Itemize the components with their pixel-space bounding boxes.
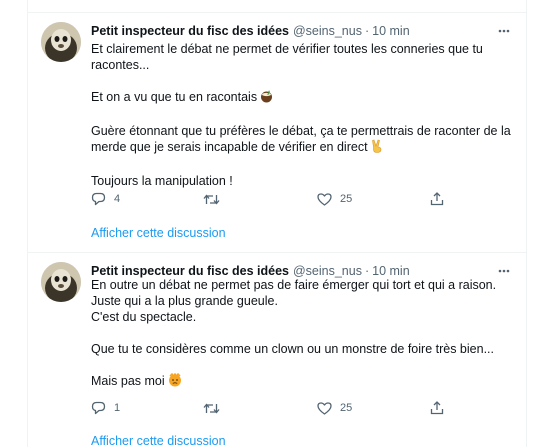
avatar[interactable]	[41, 22, 81, 62]
share-button[interactable]	[430, 192, 444, 206]
share-button[interactable]	[430, 401, 444, 415]
tweet-line: merde que je serais incapable de vérifie…	[91, 139, 514, 157]
avatar[interactable]	[41, 262, 81, 302]
tweet-line: C'est du spectacle.	[91, 310, 197, 324]
reply-icon	[91, 401, 106, 415]
tweet-text: En outre un débat ne permet pas de faire…	[91, 277, 514, 391]
show-thread-link[interactable]: Afficher cette discussion	[91, 434, 226, 448]
timeline-column: Petit inspecteur du fisc des idées @sein…	[27, 0, 527, 448]
like-count: 25	[340, 402, 353, 414]
tweet-line: Que tu te considères comme un clown ou u…	[91, 342, 494, 356]
separator: ·	[364, 264, 370, 278]
author-handle[interactable]: @seins_nus	[293, 24, 362, 38]
author-handle[interactable]: @seins_nus	[293, 264, 362, 278]
retweet-button[interactable]	[203, 402, 220, 415]
more-icon[interactable]	[496, 24, 512, 38]
tweet[interactable]: Petit inspecteur du fisc des idées @sein…	[28, 252, 526, 448]
tweet-line: racontes...	[91, 58, 150, 72]
share-icon	[430, 401, 444, 415]
tweet-text: Et clairement le débat ne permet de véri…	[91, 41, 514, 189]
tweet-line: Toujours la manipulation !	[91, 174, 233, 188]
separator: ·	[364, 24, 370, 38]
heart-icon	[317, 192, 332, 206]
author-name[interactable]: Petit inspecteur du fisc des idées	[91, 264, 289, 278]
tweet-line: Guère étonnant que tu préfères le débat,…	[91, 124, 511, 138]
reply-button[interactable]: 1	[91, 401, 120, 415]
show-thread-link[interactable]: Afficher cette discussion	[91, 226, 226, 240]
victory-hand-emoji	[371, 139, 383, 157]
tweet-actions: 1 25	[91, 399, 514, 417]
like-count: 25	[340, 193, 353, 205]
tweet-actions: 4 25	[91, 190, 514, 208]
more-icon[interactable]	[496, 264, 512, 278]
retweet-icon	[203, 402, 220, 415]
timestamp[interactable]: 10 min	[372, 24, 410, 38]
heart-icon	[317, 401, 332, 415]
tweet[interactable]: Petit inspecteur du fisc des idées @sein…	[28, 13, 526, 252]
like-button[interactable]: 25	[317, 192, 353, 206]
tweet-line: Juste qui a la plus grande gueule.	[91, 294, 278, 308]
coconut-emoji	[260, 90, 273, 107]
tweet-line: Et clairement le débat ne permet de véri…	[91, 42, 483, 56]
like-button[interactable]: 25	[317, 401, 353, 415]
retweet-button[interactable]	[203, 193, 220, 206]
tweet-line: Et on a vu que tu en racontais	[91, 89, 514, 107]
share-icon	[430, 192, 444, 206]
tweet-line: En outre un débat ne permet pas de faire…	[91, 278, 497, 292]
reply-count: 1	[114, 402, 121, 414]
tweet-line: Mais pas moi	[91, 372, 514, 391]
tweet-header: Petit inspecteur du fisc des idées @sein…	[91, 22, 516, 40]
timestamp[interactable]: 10 min	[372, 264, 410, 278]
author-name[interactable]: Petit inspecteur du fisc des idées	[91, 24, 289, 38]
reply-button[interactable]: 4	[91, 192, 120, 206]
retweet-icon	[203, 193, 220, 206]
reply-icon	[91, 192, 106, 206]
reply-count: 4	[114, 193, 121, 205]
angry-face-emoji	[168, 372, 182, 391]
